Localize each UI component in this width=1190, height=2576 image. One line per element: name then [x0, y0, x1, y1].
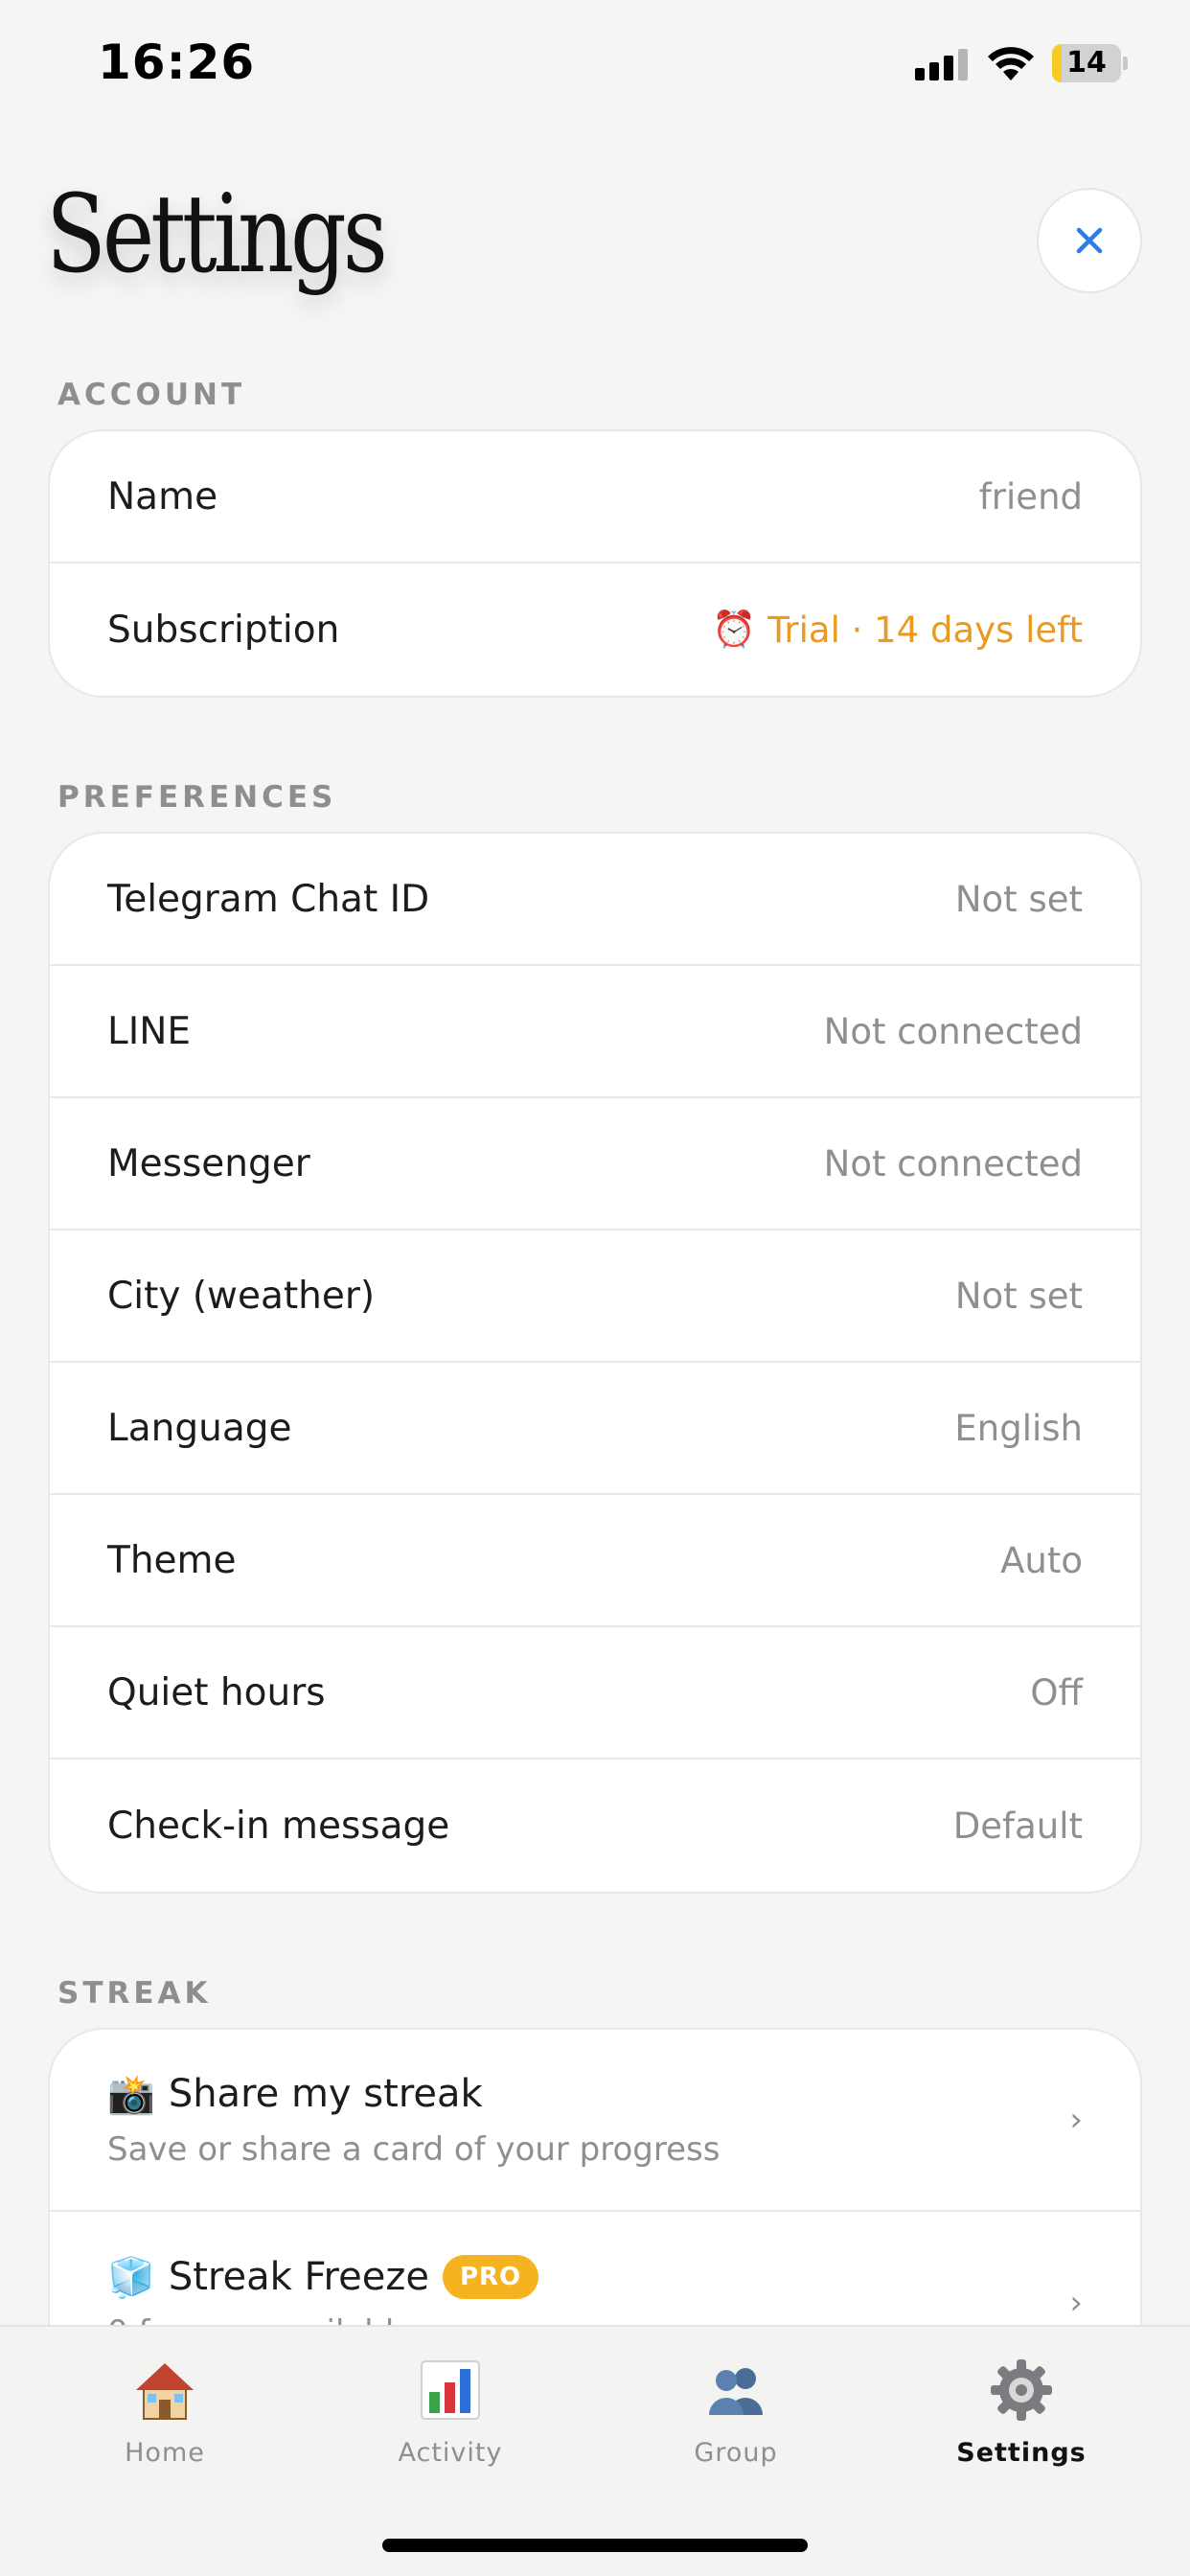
wifi-icon [988, 47, 1034, 80]
settings-row-line[interactable]: LINE Not connected [50, 966, 1140, 1098]
row-value: friend [978, 475, 1083, 518]
subscription-status: ⏰ Trial · 14 days left [712, 609, 1083, 651]
tab-home[interactable]: Home [69, 2356, 261, 2490]
status-time: 16:26 [98, 34, 256, 90]
battery-percentage: 14 [1066, 46, 1107, 80]
settings-row-subscription[interactable]: Subscription ⏰ Trial · 14 days left [50, 564, 1140, 696]
row-label: Subscription [107, 608, 340, 652]
settings-row-quiet-hours[interactable]: Quiet hours Off [50, 1627, 1140, 1760]
row-label: Check-in message [107, 1804, 450, 1848]
preferences-card: Telegram Chat ID Not set LINE Not connec… [48, 832, 1142, 1894]
row-label: Theme [107, 1538, 237, 1582]
house-icon [136, 2363, 194, 2420]
row-label: Telegram Chat ID [107, 877, 430, 921]
alarm-clock-icon: ⏰ [712, 609, 757, 650]
settings-row-share-my-streak[interactable]: 📸 Share my streak Save or share a card o… [50, 2030, 1140, 2212]
row-value: English [954, 1407, 1083, 1449]
ice-cube-icon: 🧊 [107, 2255, 155, 2300]
settings-row-telegram-chat-id[interactable]: Telegram Chat ID Not set [50, 834, 1140, 966]
row-title: Streak Freeze [168, 2255, 429, 2299]
close-button[interactable] [1037, 188, 1142, 293]
camera-flash-icon: 📸 [107, 2072, 155, 2117]
row-label: Quiet hours [107, 1670, 326, 1714]
tab-label: Group [694, 2438, 778, 2468]
settings-screen: 16:26 14 Settings ACCOUNT Name friend Su… [0, 0, 1190, 2576]
bar-chart-icon [421, 2360, 480, 2420]
section-label-account: ACCOUNT [57, 378, 246, 412]
row-value: Not connected [823, 1010, 1083, 1052]
tab-settings[interactable]: Settings [926, 2356, 1117, 2490]
home-indicator [382, 2539, 808, 2552]
row-label: LINE [107, 1009, 192, 1053]
row-value: Default [952, 1805, 1083, 1847]
chevron-right-icon: › [1069, 2284, 1083, 2322]
row-subtitle: Save or share a card of your progress [107, 2129, 721, 2169]
tab-group[interactable]: Group [640, 2356, 832, 2490]
row-value: Not set [954, 1275, 1083, 1317]
settings-row-check-in-message[interactable]: Check-in message Default [50, 1760, 1140, 1892]
tab-label: Home [125, 2438, 205, 2468]
battery-icon: 14 [1052, 44, 1128, 82]
row-value: Off [1030, 1671, 1083, 1714]
chevron-right-icon: › [1069, 2101, 1083, 2139]
settings-row-messenger[interactable]: Messenger Not connected [50, 1098, 1140, 1230]
status-bar: 16:26 14 [0, 0, 1190, 125]
cellular-signal-icon [915, 48, 969, 80]
tab-label: Settings [956, 2438, 1087, 2468]
tab-label: Activity [398, 2438, 503, 2468]
pro-badge: PRO [442, 2255, 539, 2299]
row-label: Name [107, 474, 218, 518]
settings-row-name[interactable]: Name friend [50, 431, 1140, 564]
row-label: City (weather) [107, 1274, 376, 1318]
row-value: Auto [1000, 1539, 1083, 1581]
settings-row-theme[interactable]: Theme Auto [50, 1495, 1140, 1627]
section-label-preferences: PREFERENCES [57, 780, 337, 815]
row-title: Share my streak [168, 2072, 483, 2116]
row-label: Messenger [107, 1141, 310, 1185]
account-card: Name friend Subscription ⏰ Trial · 14 da… [48, 429, 1142, 698]
close-icon [1076, 227, 1103, 254]
section-label-streak: STREAK [57, 1976, 212, 2011]
row-value: Not set [954, 878, 1083, 920]
page-title: Settings [46, 172, 388, 297]
group-icon [709, 2368, 763, 2415]
settings-row-city-weather[interactable]: City (weather) Not set [50, 1230, 1140, 1363]
gear-icon [991, 2359, 1052, 2421]
trial-text: Trial · 14 days left [767, 609, 1083, 651]
row-label: Language [107, 1406, 292, 1450]
tab-activity[interactable]: Activity [355, 2356, 546, 2490]
row-value: Not connected [823, 1142, 1083, 1184]
settings-row-language[interactable]: Language English [50, 1363, 1140, 1495]
